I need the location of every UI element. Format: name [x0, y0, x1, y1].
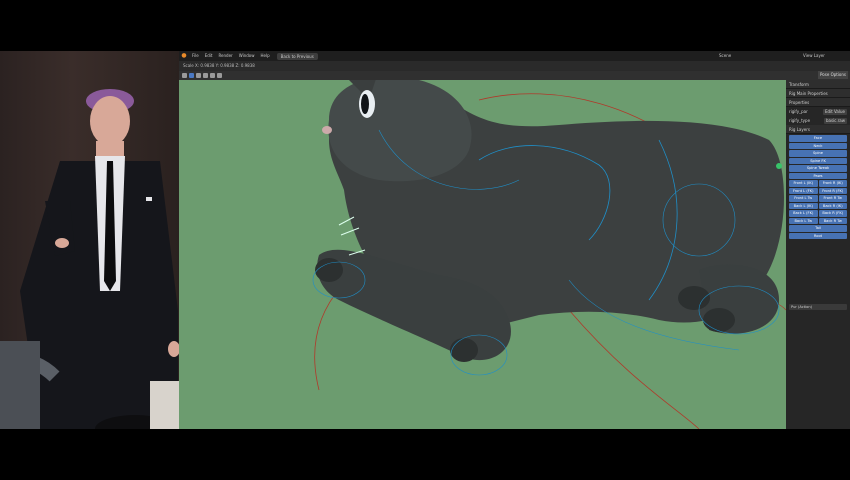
layer-spine-button[interactable]: Spine	[789, 150, 847, 157]
prop-label: rigify_par	[789, 109, 808, 114]
layer-button[interactable]: Back R (FK)	[818, 210, 847, 217]
layer-button[interactable]: Front L Tw	[789, 195, 818, 202]
prop-value[interactable]: basic.raw	[823, 117, 847, 124]
layer-button[interactable]: Front R (IK)	[818, 180, 847, 187]
layer-tail-button[interactable]: Tail	[789, 225, 847, 232]
menu-window[interactable]: Window	[236, 51, 258, 61]
cursor-icon[interactable]	[210, 73, 215, 78]
layer-button[interactable]: Front L (IK)	[789, 180, 818, 187]
select-circle-icon[interactable]	[196, 73, 201, 78]
view-layer-selector[interactable]: View Layer	[803, 51, 825, 61]
menu-file[interactable]: File	[189, 51, 202, 61]
layer-button[interactable]: Back R Tw	[818, 217, 847, 224]
layer-button[interactable]: Back R (IK)	[818, 202, 847, 209]
blender-window: ● File Edit Render Window Help Back to P…	[179, 51, 850, 429]
section-rig-main-properties[interactable]: Rig Main Properties	[786, 89, 850, 98]
section-rig-layers[interactable]: Rig Layers	[786, 125, 850, 134]
pose-options-button[interactable]: Pose Options	[818, 71, 848, 79]
move-icon[interactable]	[217, 73, 222, 78]
layer-button[interactable]: Back L Tw	[789, 217, 818, 224]
section-properties[interactable]: Properties	[786, 98, 850, 107]
layer-spine-tweak-button[interactable]: Spine Tweak	[789, 165, 847, 172]
stage-background	[0, 51, 180, 429]
mode-icon[interactable]	[182, 73, 187, 78]
layer-face-button[interactable]: Face	[789, 135, 847, 142]
scene-selector[interactable]: Scene	[719, 51, 731, 61]
layer-pairs-grid: Front L (IK) Front R (IK) Front L (FK) F…	[789, 180, 847, 224]
prop-row: rigify_type basic.raw	[786, 116, 850, 125]
prop-row: rigify_par Edit Value	[786, 107, 850, 116]
select-lasso-icon[interactable]	[203, 73, 208, 78]
sidebar-n-panel: Transform Rig Main Properties Properties…	[786, 80, 850, 429]
layer-root-button[interactable]: Root	[789, 232, 847, 239]
prop-label: rigify_type	[789, 118, 811, 123]
prop-value[interactable]: Edit Value	[822, 108, 847, 115]
3d-viewport[interactable]	[179, 80, 786, 429]
stage-decor-panel	[0, 341, 40, 429]
layer-button[interactable]: Back L (IK)	[789, 202, 818, 209]
viewport-header	[179, 71, 850, 80]
blender-logo-icon[interactable]: ●	[179, 51, 189, 61]
layer-button[interactable]: Front R (FK)	[818, 187, 847, 194]
layer-paws-button[interactable]: Paws	[789, 172, 847, 179]
cat-rig-model	[179, 80, 786, 429]
menu-edit[interactable]: Edit	[202, 51, 216, 61]
stage-light-panel	[150, 381, 180, 429]
video-frame: ● File Edit Render Window Help Back to P…	[0, 0, 850, 480]
workspace-tab[interactable]: Back to Previous	[276, 52, 318, 60]
layer-button[interactable]: Front L (FK)	[789, 187, 818, 194]
layer-neck-button[interactable]: Neck	[789, 142, 847, 149]
select-box-icon[interactable]	[189, 73, 194, 78]
top-menu-bar: ● File Edit Render Window Help Back to P…	[179, 51, 850, 61]
section-transform[interactable]: Transform	[786, 80, 850, 89]
rig-layers-list: Face Neck Spine Spine FK Spine Tweak Paw…	[786, 135, 850, 239]
menu-help[interactable]: Help	[257, 51, 272, 61]
operator-readout: Scale X: 0.9838 Y: 0.9838 Z: 0.9838	[179, 61, 850, 71]
layer-spine-fk-button[interactable]: Spine FK	[789, 157, 847, 164]
layer-button[interactable]: Front R Tw	[818, 195, 847, 202]
layer-button[interactable]: Back L (FK)	[789, 210, 818, 217]
action-field[interactable]: Pur (Action)	[789, 304, 847, 310]
menu-render[interactable]: Render	[215, 51, 235, 61]
